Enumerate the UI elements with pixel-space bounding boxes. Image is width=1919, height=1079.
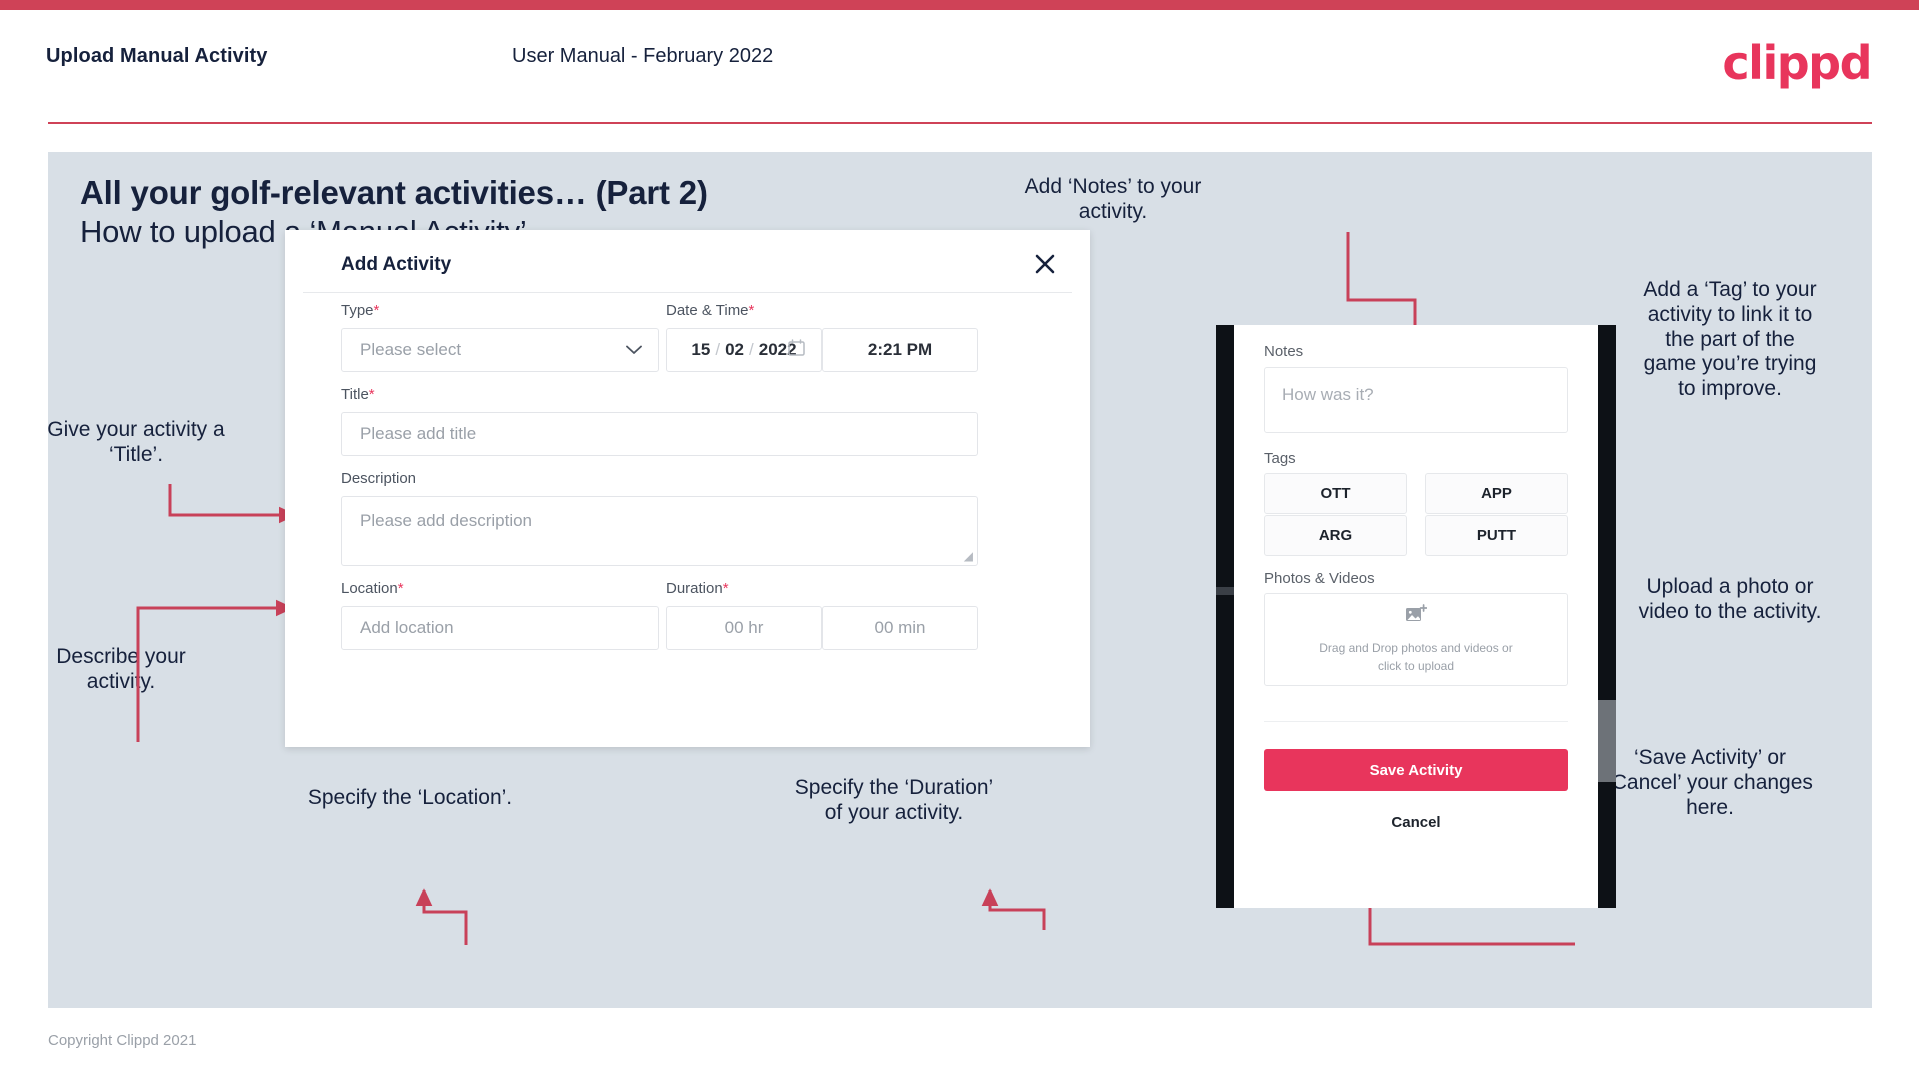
slide-title: All your golf-relevant activities… (Part… xyxy=(80,174,708,211)
phone-divider xyxy=(1264,721,1568,722)
type-select[interactable]: Please select xyxy=(341,328,659,372)
phone-right-edge xyxy=(1598,325,1616,908)
calendar-icon[interactable] xyxy=(788,339,805,361)
annotation-photos: Upload a photo or video to the activity. xyxy=(1638,575,1822,623)
dialog-header: Add Activity xyxy=(285,230,1090,292)
location-placeholder: Add location xyxy=(360,618,454,637)
description-textarea[interactable]: Please add description ◢ xyxy=(341,496,978,566)
header-subtitle: User Manual - February 2022 xyxy=(512,45,774,67)
tag-ott[interactable]: OTT xyxy=(1264,473,1407,514)
clippd-logo: clippd xyxy=(1722,36,1872,90)
cancel-label: Cancel xyxy=(1391,813,1441,831)
title-input[interactable]: Please add title xyxy=(341,412,978,456)
phone-button xyxy=(1216,587,1234,595)
top-accent-bar xyxy=(0,0,1919,10)
save-activity-label: Save Activity xyxy=(1369,761,1463,779)
header-divider xyxy=(48,122,1872,124)
cancel-button[interactable]: Cancel xyxy=(1264,807,1568,837)
tag-arg[interactable]: ARG xyxy=(1264,515,1407,556)
photo-dropzone[interactable]: Drag and Drop photos and videos or click… xyxy=(1264,593,1568,686)
tag-ott-label: OTT xyxy=(1320,485,1351,502)
dialog-divider xyxy=(303,292,1072,293)
tag-arg-label: ARG xyxy=(1318,527,1353,544)
resize-handle-icon[interactable]: ◢ xyxy=(964,550,973,562)
date-sep-1: / xyxy=(715,340,721,359)
annotation-tags: Add a ‘Tag’ to your activity to link it … xyxy=(1643,278,1817,401)
save-activity-button[interactable]: Save Activity xyxy=(1264,749,1568,791)
type-label: Type* xyxy=(341,302,380,319)
type-placeholder: Please select xyxy=(360,340,462,359)
tag-app[interactable]: APP xyxy=(1425,473,1568,514)
date-time-label: Date & Time* xyxy=(666,302,755,319)
title-placeholder: Please add title xyxy=(360,424,477,443)
slide-page: Upload Manual Activity User Manual - Feb… xyxy=(0,0,1919,1079)
description-placeholder: Please add description xyxy=(360,511,533,530)
photos-label: Photos & Videos xyxy=(1264,570,1375,587)
phone-volume-button xyxy=(1598,700,1616,782)
time-input[interactable]: 2:21 PM xyxy=(822,328,978,372)
duration-label: Duration* xyxy=(666,580,729,597)
tag-putt-label: PUTT xyxy=(1476,527,1517,544)
add-activity-dialog: Add Activity Type* Please select Date & … xyxy=(285,230,1090,747)
description-label: Description xyxy=(341,470,417,487)
time-value: 2:21 PM xyxy=(867,340,933,359)
title-label: Title* xyxy=(341,386,375,403)
notes-label: Notes xyxy=(1264,343,1304,360)
phone-left-edge xyxy=(1216,325,1234,908)
add-image-icon xyxy=(1405,604,1428,629)
footer-copyright: Copyright Clippd 2021 xyxy=(48,1032,197,1049)
date-sep-2: / xyxy=(749,340,754,359)
phone-screen: Notes How was it? Tags OTT APP ARG PUTT … xyxy=(1234,325,1598,908)
duration-minutes-input[interactable]: 00 min xyxy=(822,606,978,650)
tag-putt[interactable]: PUTT xyxy=(1425,515,1568,556)
dropzone-text: Drag and Drop photos and videos or click… xyxy=(1319,641,1513,673)
date-input[interactable]: 15 / 02 / 2022 xyxy=(666,328,822,372)
annotation-location: Specify the ‘Location’. xyxy=(307,786,513,809)
annotation-notes: Add ‘Notes’ to your activity. xyxy=(1024,175,1202,223)
date-day: 15 xyxy=(691,340,711,359)
date-month: 02 xyxy=(725,340,744,359)
duration-hours-input[interactable]: 00 hr xyxy=(666,606,822,650)
annotation-duration: Specify the ‘Duration’ of your activity. xyxy=(794,776,994,824)
tags-label: Tags xyxy=(1264,450,1296,467)
annotation-title: Give your activity a ‘Title’. xyxy=(47,418,225,466)
location-input[interactable]: Add location xyxy=(341,606,659,650)
notes-placeholder: How was it? xyxy=(1282,385,1374,404)
annotation-description: Describe your activity. xyxy=(56,645,186,693)
duration-hours-placeholder: 00 hr xyxy=(724,618,764,637)
location-label: Location* xyxy=(341,580,404,597)
page-title: Upload Manual Activity xyxy=(46,45,268,67)
tag-app-label: APP xyxy=(1481,485,1512,502)
chevron-down-icon xyxy=(626,340,642,360)
close-icon[interactable] xyxy=(1030,249,1060,279)
dialog-title: Add Activity xyxy=(341,254,452,275)
duration-minutes-placeholder: 00 min xyxy=(874,618,926,637)
